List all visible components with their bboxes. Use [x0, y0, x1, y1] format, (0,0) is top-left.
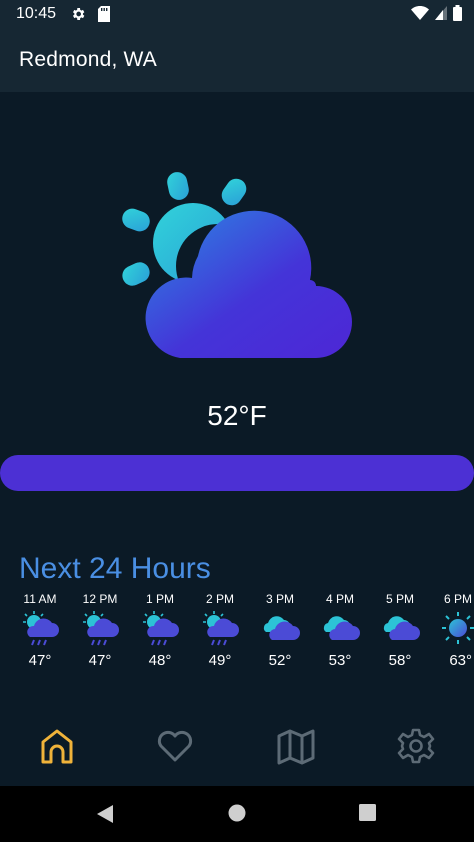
battery-icon — [453, 5, 462, 21]
hour-item: 4 PM 53° — [310, 590, 370, 669]
hour-item: 12 PM 47° — [70, 590, 130, 669]
forecast-title: Next 24 Hours — [19, 552, 211, 585]
sd-card-icon — [98, 6, 110, 22]
sun-icon — [442, 612, 474, 644]
hour-temp: 63° — [449, 652, 472, 669]
rain-icon — [143, 611, 179, 646]
hour-item: 3 PM 52° — [250, 590, 310, 669]
rain-icon — [23, 611, 59, 646]
hour-time: 3 PM — [265, 592, 294, 606]
hour-temp: 53° — [328, 652, 352, 669]
status-time: 10:45 — [16, 5, 57, 22]
hour-time: 1 PM — [145, 592, 174, 606]
app-bar: Redmond, WA — [0, 28, 474, 92]
hour-item: 1 PM 48° — [130, 590, 190, 669]
hour-temp: 48° — [148, 652, 172, 669]
recents-icon[interactable] — [359, 804, 376, 821]
hour-temp: 52° — [268, 652, 292, 669]
rain-icon — [203, 611, 239, 646]
back-icon[interactable] — [96, 804, 114, 824]
heart-icon[interactable] — [155, 726, 195, 766]
hour-time: 11 AM — [23, 592, 57, 606]
hour-item: 2 PM 49° — [190, 590, 250, 669]
settings-status-icon — [73, 8, 85, 20]
hour-time: 4 PM — [325, 592, 354, 606]
partly-cloudy-icon — [122, 172, 352, 358]
status-bar: 10:45 — [0, 0, 474, 28]
rain-icon — [83, 611, 119, 646]
hour-temp: 47° — [88, 652, 112, 669]
bottom-navigation — [0, 716, 474, 780]
hour-time: 6 PM — [443, 592, 472, 606]
cell-signal-icon — [435, 6, 447, 20]
temperature-bar — [0, 455, 474, 491]
cloudy-icon — [323, 616, 360, 640]
hour-time: 2 PM — [205, 592, 234, 606]
hour-item: 6 PM 63° — [414, 590, 474, 669]
hour-temp: 49° — [208, 652, 232, 669]
hourly-forecast[interactable]: 11 AM 47° 12 PM 47° 1 PM 48° 2 PM 49° 3 … — [0, 590, 474, 680]
home-circle-icon[interactable] — [228, 804, 246, 822]
map-icon[interactable] — [276, 726, 316, 766]
status-icons — [411, 5, 462, 21]
gear-icon[interactable] — [396, 726, 436, 766]
hour-temp: 47° — [28, 652, 52, 669]
location-title: Redmond, WA — [19, 48, 157, 71]
hour-time: 12 PM — [82, 592, 118, 606]
current-temperature: 52°F — [207, 400, 267, 431]
system-navigation-bar — [0, 786, 474, 842]
home-icon[interactable] — [37, 726, 77, 766]
wifi-icon — [411, 6, 429, 20]
cloudy-icon — [263, 616, 300, 640]
hour-item: 11 AM 47° — [10, 590, 70, 669]
